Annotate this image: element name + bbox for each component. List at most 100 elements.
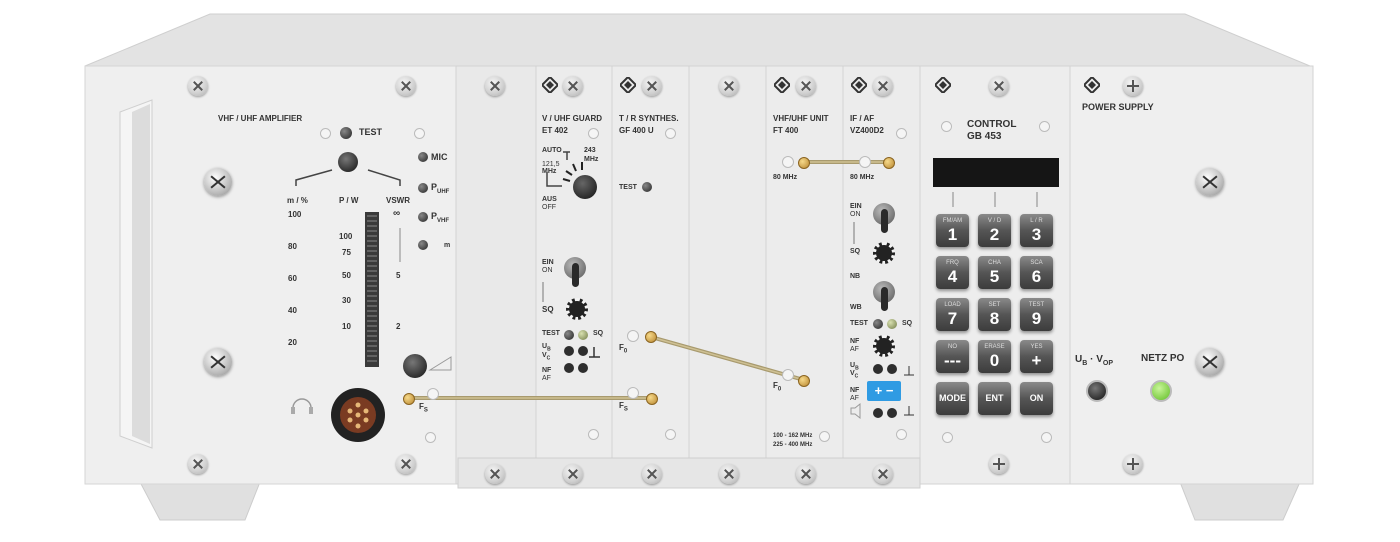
mode-key[interactable]: MODE <box>936 382 969 415</box>
ifaf-title: IF / AF <box>850 114 875 123</box>
p-uhf-led <box>418 183 428 193</box>
vc-socket[interactable] <box>578 346 588 356</box>
screw-icon <box>796 76 816 96</box>
f0-port-icon <box>627 330 639 342</box>
ifaf-vc-socket[interactable] <box>887 364 897 374</box>
speaker-socket[interactable] <box>873 408 883 418</box>
if-cable-connector[interactable] <box>798 157 810 169</box>
screw-icon <box>396 76 416 96</box>
ub-vop-indicator <box>1086 380 1108 402</box>
ifaf-power-toggle[interactable] <box>873 203 895 233</box>
fs-label: FS <box>619 401 628 413</box>
mount-hole-icon <box>425 432 436 443</box>
power-toggle[interactable] <box>564 257 586 287</box>
handle-screw-knob[interactable] <box>204 168 232 196</box>
mount-hole-icon <box>588 128 599 139</box>
keypad-key-function-label: TEST <box>1028 302 1045 308</box>
ub-socket[interactable] <box>564 346 574 356</box>
keypad-key-function-label: ERASE <box>984 344 1005 350</box>
screw-icon <box>989 454 1009 474</box>
rack-chassis <box>84 13 1314 521</box>
freq-121-unit: MHz <box>542 168 557 175</box>
keypad-key-number-label: 8 <box>989 309 1000 328</box>
volume-rocker[interactable]: + − <box>867 381 901 401</box>
f0-cable-connector[interactable] <box>645 331 657 343</box>
on-key[interactable]: ON <box>1020 382 1053 415</box>
screw-icon <box>873 76 893 96</box>
keypad-key[interactable]: TEST 9 <box>1020 298 1053 331</box>
unit-range-2: 225 - 400 MHz <box>773 442 813 448</box>
rack-device: VHF / UHF AMPLIFIER TEST MIC PUHF PVHF m… <box>0 0 1400 542</box>
mode-selector-knob[interactable] <box>573 175 597 199</box>
squelch-knob[interactable] <box>566 298 588 320</box>
mount-hole-icon <box>665 429 676 440</box>
volume-down-label: − <box>885 383 894 398</box>
synth-test-led <box>642 182 652 192</box>
p-vhf-label: PVHF <box>431 211 450 224</box>
nf-socket[interactable] <box>564 363 574 373</box>
keypad-key-function-label: SCA <box>1030 260 1043 266</box>
nb-label: NB <box>850 273 861 280</box>
keypad-key-function-label: CHA <box>988 260 1001 266</box>
keypad-key[interactable]: SET 8 <box>978 298 1011 331</box>
audio-connector[interactable] <box>331 388 385 442</box>
keypad-key-number-label: 4 <box>947 267 958 286</box>
amplifier-title: VHF / UHF AMPLIFIER <box>218 114 303 123</box>
guard-title: V / UHF GUARD <box>542 114 602 123</box>
screw-icon <box>642 464 662 484</box>
brand-logo-icon <box>540 75 560 98</box>
vswr-header: VSWR <box>386 196 410 205</box>
keypad-key-number-label: 6 <box>1031 267 1042 286</box>
keypad-key[interactable]: FRQ 4 <box>936 256 969 289</box>
keypad-key-number-label: 2 <box>989 225 1000 244</box>
ifaf-squelch-knob[interactable] <box>873 242 895 264</box>
speaker-socket[interactable] <box>887 408 897 418</box>
ent-key[interactable]: ENT <box>978 382 1011 415</box>
keypad-key[interactable]: V / D2 <box>978 214 1011 247</box>
bandwidth-toggle[interactable] <box>873 281 895 311</box>
cable-connector[interactable] <box>403 393 415 405</box>
vswr-scale-label: 5 <box>396 271 401 280</box>
af-socket[interactable] <box>578 363 588 373</box>
gain-knob[interactable] <box>403 354 427 378</box>
selector-switch[interactable] <box>338 152 358 172</box>
fs-port-icon <box>627 387 639 399</box>
volume-up-label: + <box>874 383 883 398</box>
brand-logo-icon <box>618 75 638 98</box>
control-model: GB 453 <box>967 131 1002 142</box>
fs-cable-connector[interactable] <box>646 393 658 405</box>
if-in-connector[interactable] <box>883 157 895 169</box>
keypad-key[interactable]: ERASE 0 <box>978 340 1011 373</box>
af-label: AF <box>542 375 551 382</box>
keypad-key[interactable]: NO --- <box>936 340 969 373</box>
unit-f0-connector[interactable] <box>798 375 810 387</box>
ifaf-on-label: ON <box>850 211 861 218</box>
mic-label: MIC <box>431 152 448 162</box>
power-supply-title: POWER SUPPLY <box>1082 102 1154 112</box>
keypad-key[interactable]: FM/AM 1 <box>936 214 969 247</box>
keypad-key-number-label: --- <box>944 351 961 370</box>
test-button[interactable] <box>340 127 352 139</box>
netz-power-indicator <box>1150 380 1172 402</box>
lcd-display <box>933 158 1059 187</box>
screw-icon <box>563 464 583 484</box>
keypad-key[interactable]: LOAD 7 <box>936 298 969 331</box>
keypad-key[interactable]: YES + <box>1020 340 1053 373</box>
ifaf-ub-socket[interactable] <box>873 364 883 374</box>
ifaf-volume-knob[interactable] <box>873 335 895 357</box>
test-label: TEST <box>359 127 383 137</box>
keypad-key[interactable]: SCA 6 <box>1020 256 1053 289</box>
freq-121-label: 121,5 <box>542 161 560 168</box>
ifaf-sq-label: SQ <box>850 248 861 255</box>
handle-screw-knob[interactable] <box>1196 348 1224 376</box>
keypad-key-function-label: LOAD <box>944 302 961 308</box>
netz-label: NETZ PO <box>1141 353 1185 364</box>
ent-key-label: ENT <box>985 393 1004 403</box>
keypad-key-function-label: L / R <box>1030 218 1043 224</box>
handle-screw-knob[interactable] <box>1196 168 1224 196</box>
handle-screw-knob[interactable] <box>204 348 232 376</box>
fs-port-icon <box>427 388 439 400</box>
keypad-key[interactable]: CHA 5 <box>978 256 1011 289</box>
m-label: m <box>444 242 451 249</box>
keypad-key[interactable]: L / R3 <box>1020 214 1053 247</box>
